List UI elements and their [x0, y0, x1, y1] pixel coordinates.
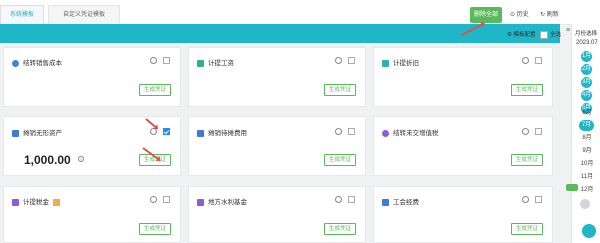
gear-icon[interactable]: [150, 196, 157, 203]
select-all-label: 全选: [550, 32, 562, 38]
card-cost-of-sales: 结转销售成本 生成凭证: [3, 47, 181, 107]
collapse-icon[interactable]: ≡: [566, 27, 570, 34]
calculator-icon: [197, 59, 204, 67]
card-title: 结转未交增值税: [382, 127, 439, 137]
refresh-icon: ↻: [540, 12, 546, 18]
card-unpaid-vat: 结转未交增值税 生成凭证: [373, 116, 553, 176]
checkbox-box[interactable]: [540, 30, 548, 39]
document-icon: [382, 198, 389, 206]
generate-voucher-button[interactable]: 生成凭证: [511, 154, 543, 166]
generate-voucher-button[interactable]: 生成凭证: [324, 154, 356, 166]
grid-icon: [12, 129, 19, 137]
coin-icon: [12, 59, 19, 67]
amount-value: 1,000.00: [24, 153, 71, 167]
gear-icon[interactable]: [522, 57, 529, 64]
refresh-label: 刷新: [546, 12, 559, 18]
gear-icon[interactable]: [335, 57, 342, 64]
help-icon[interactable]: ?: [78, 156, 84, 162]
card-title: 计提税金: [12, 196, 64, 206]
card-accrue-salary: 计提工资 生成凭证: [188, 47, 366, 107]
scroll-down-icon[interactable]: [580, 199, 590, 209]
month-picker-title: 月份选择: [575, 31, 598, 37]
card-water-fund: 地方水利基金 生成凭证: [188, 186, 366, 243]
gear-icon[interactable]: [335, 196, 342, 203]
card-union-fees: 工会经费 生成凭证: [373, 186, 553, 243]
month-4[interactable]: 4月: [581, 90, 592, 101]
chart-icon: [197, 198, 204, 206]
card-checkbox[interactable]: [535, 57, 542, 64]
year-label: 2023.07: [576, 40, 598, 46]
month-9[interactable]: 9月: [576, 146, 598, 157]
generate-voucher-button[interactable]: 生成凭证: [139, 84, 171, 96]
generate-voucher-button[interactable]: 生成凭证: [511, 223, 543, 235]
card-title: 计提折旧: [382, 57, 419, 67]
card-checkbox[interactable]: [348, 57, 355, 64]
history-label: 历史: [516, 12, 529, 18]
tag-icon: [53, 198, 60, 206]
select-all-checkbox[interactable]: 全选: [540, 30, 561, 39]
card-depreciation: 计提折旧 生成凭证: [373, 47, 553, 107]
card-checkbox[interactable]: [163, 196, 170, 203]
gear-badge-icon: [382, 129, 389, 137]
card-checkbox[interactable]: [535, 196, 542, 203]
card-title: 工会经费: [382, 196, 419, 206]
generate-voucher-button[interactable]: 生成凭证: [324, 223, 356, 235]
shield-icon: [12, 198, 19, 206]
month-11[interactable]: 11月: [576, 172, 598, 183]
month-2[interactable]: 2月: [581, 64, 592, 75]
card-checkbox[interactable]: [163, 57, 170, 64]
month-6[interactable]: 6月: [576, 108, 598, 119]
month-10[interactable]: 10月: [576, 159, 598, 170]
template-config-link[interactable]: ⚙ 模板配置: [507, 30, 535, 38]
grid-icon: [197, 129, 204, 137]
gear-icon[interactable]: [522, 128, 529, 135]
card-checkbox[interactable]: [535, 128, 542, 135]
generate-voucher-button[interactable]: 生成凭证: [511, 84, 543, 96]
tab-system-templates[interactable]: 系统模板: [0, 5, 44, 24]
refresh-button[interactable]: ↻ 刷新: [540, 9, 559, 21]
document-icon: [382, 59, 389, 67]
card-checkbox[interactable]: [348, 128, 355, 135]
month-3[interactable]: 3月: [581, 77, 592, 88]
generate-voucher-button[interactable]: 生成凭证: [324, 84, 356, 96]
tab-custom-templates[interactable]: 自定义凭证模板: [48, 5, 120, 24]
gear-icon[interactable]: [522, 196, 529, 203]
card-title: 结转销售成本: [12, 57, 62, 67]
month-8[interactable]: 8月: [576, 133, 598, 144]
delete-all-button[interactable]: 删除全部: [470, 7, 502, 23]
generate-voucher-button[interactable]: 生成凭证: [139, 223, 171, 235]
gear-icon[interactable]: [150, 57, 157, 64]
card-accrue-taxes: 计提税金 生成凭证: [3, 186, 181, 243]
card-title: 摊销无形资产: [12, 127, 62, 137]
card-title: 计提工资: [197, 57, 234, 67]
gear-icon: ⚙: [507, 32, 512, 38]
card-checkbox[interactable]: [163, 128, 170, 135]
clock-icon: ⊙: [510, 12, 516, 18]
card-amortize-prepaid: 摊销待摊费用 生成凭证: [188, 116, 366, 176]
month-7[interactable]: 7月: [579, 120, 594, 131]
gear-icon[interactable]: [335, 128, 342, 135]
history-button[interactable]: ⊙ 历史: [510, 9, 529, 21]
help-assistant-icon[interactable]: [582, 224, 596, 238]
card-title: 摊销待摊费用: [197, 127, 247, 137]
template-config-label: 模板配置: [513, 32, 536, 38]
card-checkbox[interactable]: [348, 196, 355, 203]
month-1[interactable]: 1月: [581, 51, 592, 62]
card-title: 地方水利基金: [197, 196, 247, 206]
status-badge: [566, 184, 578, 191]
month-12[interactable]: 12月: [576, 185, 598, 196]
